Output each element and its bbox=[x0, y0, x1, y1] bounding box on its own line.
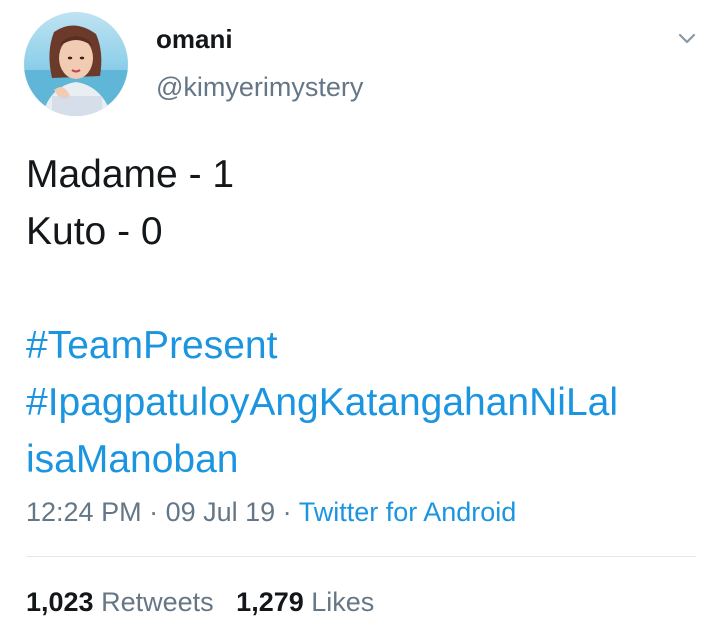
tweet-spacer bbox=[26, 260, 706, 317]
retweets-label: Retweets bbox=[101, 587, 214, 617]
avatar[interactable] bbox=[24, 12, 128, 116]
tweet-stats: 1,023 Retweets 1,279 Likes bbox=[26, 584, 374, 620]
tweet-time[interactable]: 12:24 PM bbox=[26, 497, 142, 527]
retweets-count: 1,023 bbox=[26, 587, 94, 617]
hashtag-link[interactable]: #IpagpatuloyAngKatangahanNiLal bbox=[26, 374, 706, 431]
avatar-image bbox=[24, 12, 128, 116]
tweet-line: Madame - 1 bbox=[26, 153, 235, 196]
hashtag-link-continuation[interactable]: isaManoban bbox=[26, 431, 706, 488]
likes-stat[interactable]: 1,279 Likes bbox=[236, 587, 374, 617]
tweet-date[interactable]: 09 Jul 19 bbox=[166, 497, 276, 527]
chevron-down-icon[interactable] bbox=[672, 24, 702, 54]
tweet-meta: 12:24 PM · 09 Jul 19 · Twitter for Andro… bbox=[26, 494, 516, 530]
likes-count: 1,279 bbox=[236, 587, 304, 617]
tweet-source-link[interactable]: Twitter for Android bbox=[299, 497, 517, 527]
tweet-line: Kuto - 0 bbox=[26, 210, 163, 253]
author-handle[interactable]: @kimyerimystery bbox=[156, 70, 363, 104]
meta-separator: · bbox=[275, 497, 299, 527]
meta-separator: · bbox=[141, 497, 166, 527]
hashtag-link[interactable]: #TeamPresent bbox=[26, 317, 706, 374]
divider bbox=[26, 556, 696, 557]
tweet-text: Madame - 1 Kuto - 0 #TeamPresent #Ipagpa… bbox=[26, 146, 706, 488]
likes-label: Likes bbox=[311, 587, 375, 617]
retweets-stat[interactable]: 1,023 Retweets bbox=[26, 587, 214, 617]
author-display-name[interactable]: omani bbox=[156, 22, 233, 56]
